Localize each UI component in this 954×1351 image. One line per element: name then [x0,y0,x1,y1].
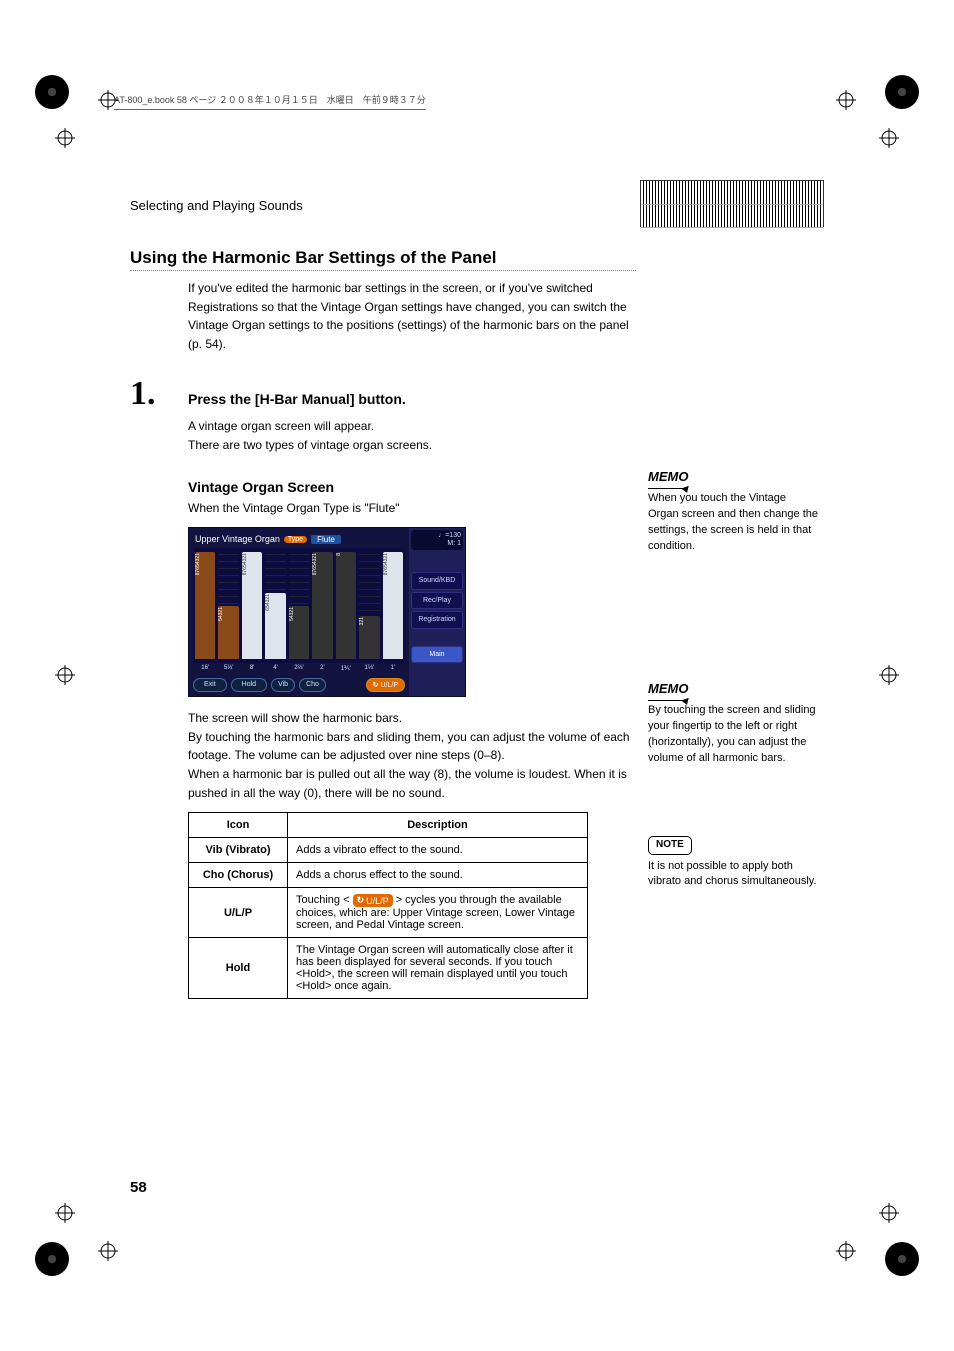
table-row: U/L/P Touching < U/L/P > cycles you thro… [189,888,588,938]
crop-mark-icon [98,1241,118,1261]
footage-labels: 16' 5⅓' 8' 4' 2⅔' 2' 1⅗' 1⅓' 1' [193,663,405,674]
crop-mark-icon [879,128,899,148]
registration-mark-br [885,1242,919,1276]
crop-mark-icon [55,1203,75,1223]
crop-mark-icon [836,90,856,110]
section-title: Using the Harmonic Bar Settings of the P… [130,248,840,268]
registration-button[interactable]: Registration [411,611,463,629]
table-row: Hold The Vintage Organ screen will autom… [189,938,588,999]
ulp-chip-icon: U/L/P [353,894,393,907]
keyboard-diagram [640,180,824,227]
intro-paragraph: If you've edited the harmonic bar settin… [188,279,638,353]
memo-label-icon: MEMO [648,468,688,488]
registration-mark-tr [885,75,919,109]
vintage-organ-screen: Upper Vintage Organ Type Flute 87654321 … [188,527,466,697]
hold-button[interactable]: Hold [231,678,267,692]
rec-play-button[interactable]: Rec/Play [411,592,463,610]
body-paragraph: By touching the harmonic bars and slidin… [188,728,638,765]
step-body-line: A vintage organ screen will appear. [188,417,638,436]
step-title: Press the [H-Bar Manual] button. [188,391,406,407]
body-paragraph: When a harmonic bar is pulled out all th… [188,765,638,802]
drawbar-area[interactable]: 87654321 54321 87654321 654321 54321 876… [193,548,405,663]
memo-label-icon: MEMO [648,680,688,700]
step-number: 1. [130,377,188,411]
crop-mark-icon [879,665,899,685]
type-badge: Type [284,536,307,543]
subheading-caption: When the Vintage Organ Type is "Flute" [188,499,638,518]
memo-note: MEMO When you touch the Vintage Organ sc… [648,468,818,555]
vib-button[interactable]: Vib [271,678,295,692]
registration-mark-bl [35,1242,69,1276]
table-row: Vib (Vibrato) Adds a vibrato effect to t… [189,838,588,863]
crop-mark-icon [836,1241,856,1261]
note-callout: NOTE It is not possible to apply both vi… [648,836,818,890]
table-header-icon: Icon [189,813,288,838]
note-label-icon: NOTE [648,836,692,855]
ulp-button[interactable]: U/L/P [366,678,405,692]
sound-kbd-button[interactable]: Sound/KBD [411,572,463,590]
table-header-desc: Description [288,813,588,838]
memo-note: MEMO By touching the screen and sliding … [648,680,818,767]
crop-mark-icon [55,665,75,685]
tempo-indicator: ♩=130 M: 1 [411,530,463,549]
exit-button[interactable]: Exit [193,678,227,692]
icon-description-table: Icon Description Vib (Vibrato) Adds a vi… [188,812,588,999]
body-paragraph: The screen will show the harmonic bars. [188,709,638,728]
screen-title: Upper Vintage Organ [195,534,280,544]
crop-mark-icon [879,1203,899,1223]
header-strip: AT-800_e.book 58 ページ ２００８年１０月１５日 水曜日 午前９… [114,93,426,110]
section-breadcrumb: Selecting and Playing Sounds [130,198,303,213]
cho-button[interactable]: Cho [299,678,326,692]
main-button[interactable]: Main [411,646,463,664]
page-number: 58 [130,1179,147,1196]
type-value: Flute [311,535,341,544]
section-divider [130,270,636,271]
crop-mark-icon [55,128,75,148]
registration-mark-tl [35,75,69,109]
step-body-line: There are two types of vintage organ scr… [188,436,638,455]
table-row: Cho (Chorus) Adds a chorus effect to the… [189,863,588,888]
